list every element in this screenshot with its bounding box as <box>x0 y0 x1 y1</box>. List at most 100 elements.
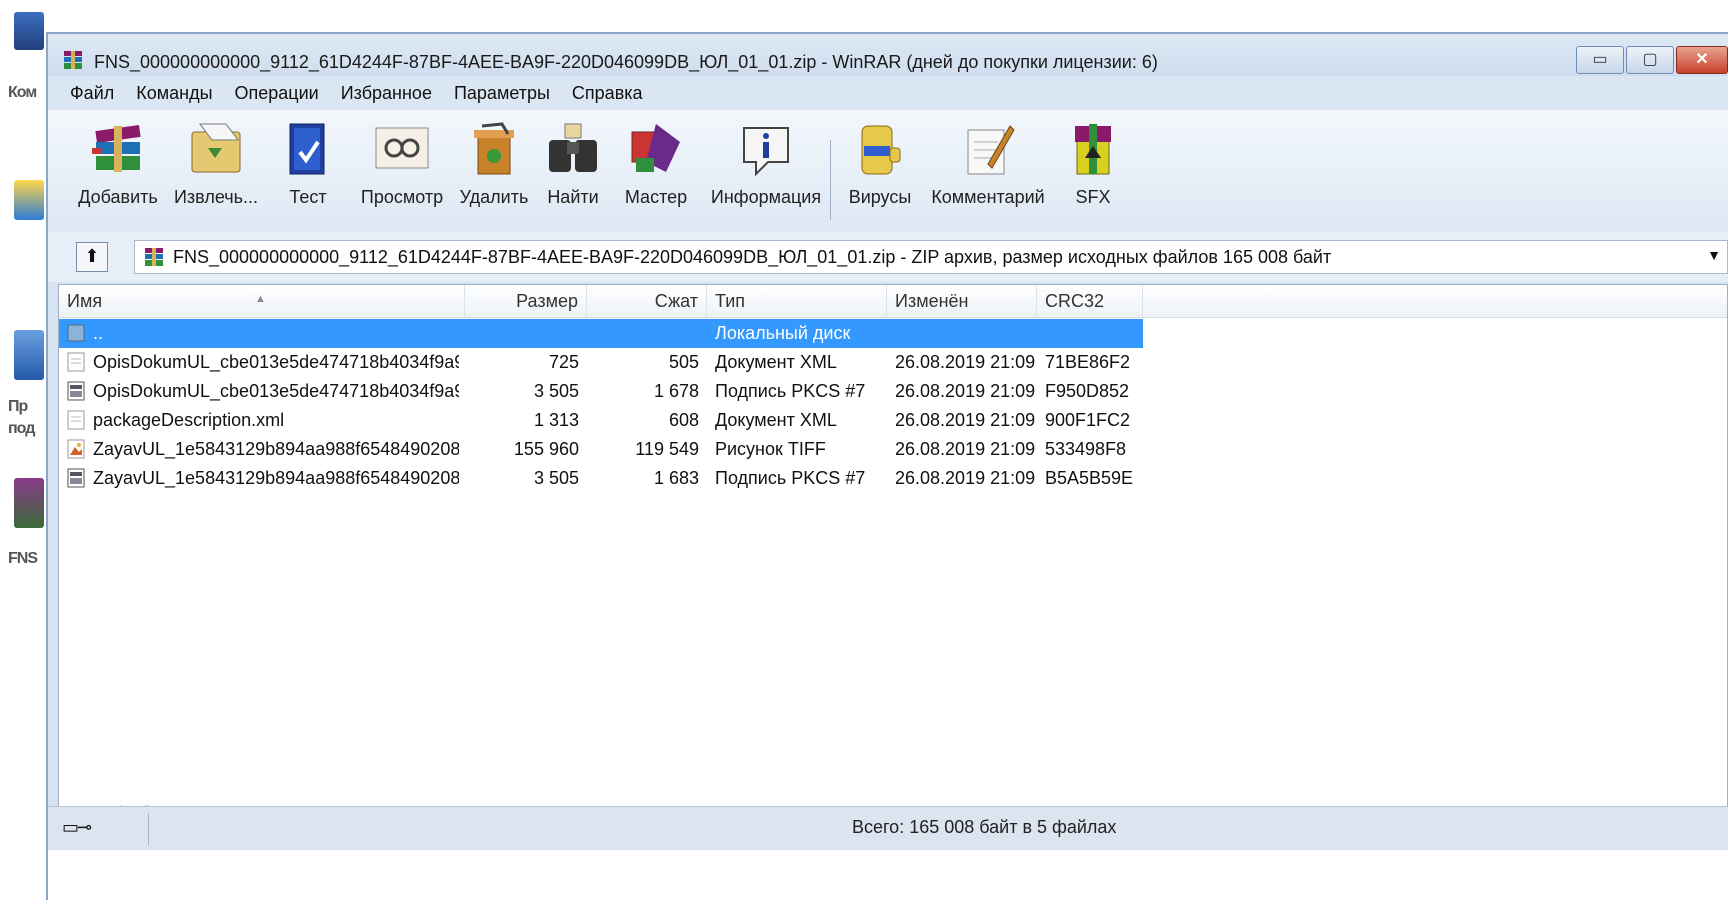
comment-button[interactable]: Комментарий <box>926 118 1050 208</box>
chevron-down-icon[interactable]: ▼ <box>1707 247 1721 263</box>
file-type: Подпись PKCS #7 <box>715 468 866 488</box>
window-controls: ▭ ▢ ✕ <box>1574 46 1728 74</box>
file-size <box>465 319 579 348</box>
desktop-archive-icon[interactable] <box>14 478 44 528</box>
file-modified: 26.08.2019 21:09 <box>895 381 1036 401</box>
desktop-shortcut-icon[interactable] <box>14 180 44 220</box>
desktop-label: Ком <box>8 84 37 101</box>
find-button[interactable]: Найти <box>538 118 608 208</box>
menu-options[interactable]: Параметры <box>454 83 550 104</box>
extract-icon <box>191 123 241 173</box>
file-name: OpisDokumUL_cbe013e5de474718b4034f9a9... <box>93 352 459 372</box>
file-size: 155 960 <box>513 439 579 459</box>
table-row[interactable]: packageDescription.xml 1 313 608 Докумен… <box>59 406 1143 435</box>
column-header-row: Имя ▲ Размер Сжат Тип Изменён CRC32 <box>59 285 1727 318</box>
menu-help[interactable]: Справка <box>572 83 643 104</box>
file-modified: 26.08.2019 21:09 <box>895 410 1036 430</box>
file-modified <box>895 319 1037 348</box>
minimize-button[interactable]: ▭ <box>1576 46 1624 74</box>
extract-button[interactable]: Извлечь... <box>170 118 262 208</box>
file-modified: 26.08.2019 21:09 <box>895 468 1036 488</box>
table-row[interactable]: OpisDokumUL_cbe013e5de474718b4034f9a9...… <box>59 377 1143 406</box>
desktop-strip: Ком Пр под FNS <box>0 0 46 900</box>
file-name: OpisDokumUL_cbe013e5de474718b4034f9a9... <box>93 381 459 401</box>
file-name: .. <box>93 323 104 343</box>
column-size[interactable]: Размер <box>465 285 587 317</box>
desktop-app-icon[interactable] <box>14 330 44 380</box>
virus-scan-label: Вирусы <box>848 187 912 207</box>
table-row[interactable]: .. Локальный диск <box>59 319 1143 348</box>
up-folder-button[interactable]: ⬆ <box>76 242 108 272</box>
tiff-image-icon <box>67 439 85 459</box>
info-button[interactable]: Информация <box>704 118 828 208</box>
winrar-app-icon <box>64 51 82 69</box>
virus-scan-button[interactable]: Вирусы <box>840 118 920 208</box>
window-title: FNS_000000000000_9112_61D4244F-87BF-4AEE… <box>94 52 1158 72</box>
file-crc: B5A5B59E <box>1045 468 1134 488</box>
wizard-icon <box>631 124 680 172</box>
extract-label: Извлечь... <box>173 187 258 207</box>
column-name-label: Имя <box>67 291 103 311</box>
table-row[interactable]: OpisDokumUL_cbe013e5de474718b4034f9a9...… <box>59 348 1143 377</box>
table-row[interactable]: ZayavUL_1e5843129b894aa988f654849020817.… <box>59 464 1143 493</box>
delete-label: Удалить <box>459 187 529 207</box>
comment-label: Комментарий <box>931 187 1045 207</box>
comment-icon <box>967 125 1015 175</box>
delete-icon <box>474 122 514 175</box>
maximize-icon: ▢ <box>1642 51 1658 68</box>
column-type[interactable]: Тип <box>707 285 887 317</box>
table-row[interactable]: ZayavUL_1e5843129b894aa988f654849020817.… <box>59 435 1143 464</box>
view-label: Просмотр <box>360 187 444 207</box>
file-crc: F950D852 <box>1045 381 1130 401</box>
delete-button[interactable]: Удалить <box>454 118 534 208</box>
menu-bar: Файл Команды Операции Избранное Параметр… <box>48 76 1728 110</box>
file-name: packageDescription.xml <box>93 410 285 430</box>
close-button[interactable]: ✕ <box>1676 46 1728 74</box>
file-packed <box>587 319 699 348</box>
add-label: Добавить <box>78 187 158 207</box>
file-modified: 26.08.2019 21:09 <box>895 352 1036 372</box>
sfx-button[interactable]: SFX <box>1056 118 1130 208</box>
test-label: Тест <box>289 187 327 207</box>
signature-file-icon <box>67 468 85 488</box>
address-bar: ⬆ FNS_000000000000_9112_61D4244F-87BF-4A… <box>48 232 1728 282</box>
test-button[interactable]: Тест <box>268 118 348 208</box>
menu-commands[interactable]: Команды <box>136 83 212 104</box>
file-name: ZayavUL_1e5843129b894aa988f654849020817.… <box>93 439 459 459</box>
maximize-button[interactable]: ▢ <box>1626 46 1674 74</box>
file-packed: 1 678 <box>653 381 699 401</box>
folder-up-icon <box>67 324 85 342</box>
minimize-icon: ▭ <box>1592 51 1608 68</box>
winrar-window: FNS_000000000000_9112_61D4244F-87BF-4AEE… <box>46 32 1728 902</box>
archive-icon <box>145 248 163 266</box>
drive-key-icon: ▭⊸ <box>62 817 92 837</box>
column-packed[interactable]: Сжат <box>587 285 707 317</box>
wizard-label: Мастер <box>624 187 688 207</box>
column-modified[interactable]: Изменён <box>887 285 1037 317</box>
add-button[interactable]: Добавить <box>76 118 160 208</box>
menu-favorites[interactable]: Избранное <box>341 83 432 104</box>
file-crc: 900F1FC2 <box>1045 410 1131 430</box>
signature-file-icon <box>67 381 85 401</box>
column-name[interactable]: Имя ▲ <box>59 285 465 317</box>
column-type-label: Тип <box>715 291 746 311</box>
view-button[interactable]: Просмотр <box>352 118 452 208</box>
menu-file[interactable]: Файл <box>70 83 114 104</box>
desktop-label: Пр <box>8 398 28 415</box>
info-icon <box>743 127 789 177</box>
virus-scan-icon <box>861 125 901 175</box>
file-size: 1 313 <box>533 410 579 430</box>
desktop-computer-icon[interactable] <box>14 12 44 50</box>
info-label: Информация <box>710 187 822 207</box>
wizard-button[interactable]: Мастер <box>614 118 698 208</box>
file-size: 725 <box>548 352 579 372</box>
file-type: Рисунок TIFF <box>715 439 826 459</box>
file-name: ZayavUL_1e5843129b894aa988f654849020817.… <box>93 468 459 488</box>
menu-operations[interactable]: Операции <box>235 83 319 104</box>
column-crc32-label: CRC32 <box>1045 291 1105 311</box>
toolbar-separator <box>830 140 831 220</box>
file-packed: 608 <box>668 410 699 430</box>
column-crc32[interactable]: CRC32 <box>1037 285 1143 317</box>
path-field[interactable]: FNS_000000000000_9112_61D4244F-87BF-4AEE… <box>134 240 1728 274</box>
path-text: FNS_000000000000_9112_61D4244F-87BF-4AEE… <box>173 247 1332 267</box>
